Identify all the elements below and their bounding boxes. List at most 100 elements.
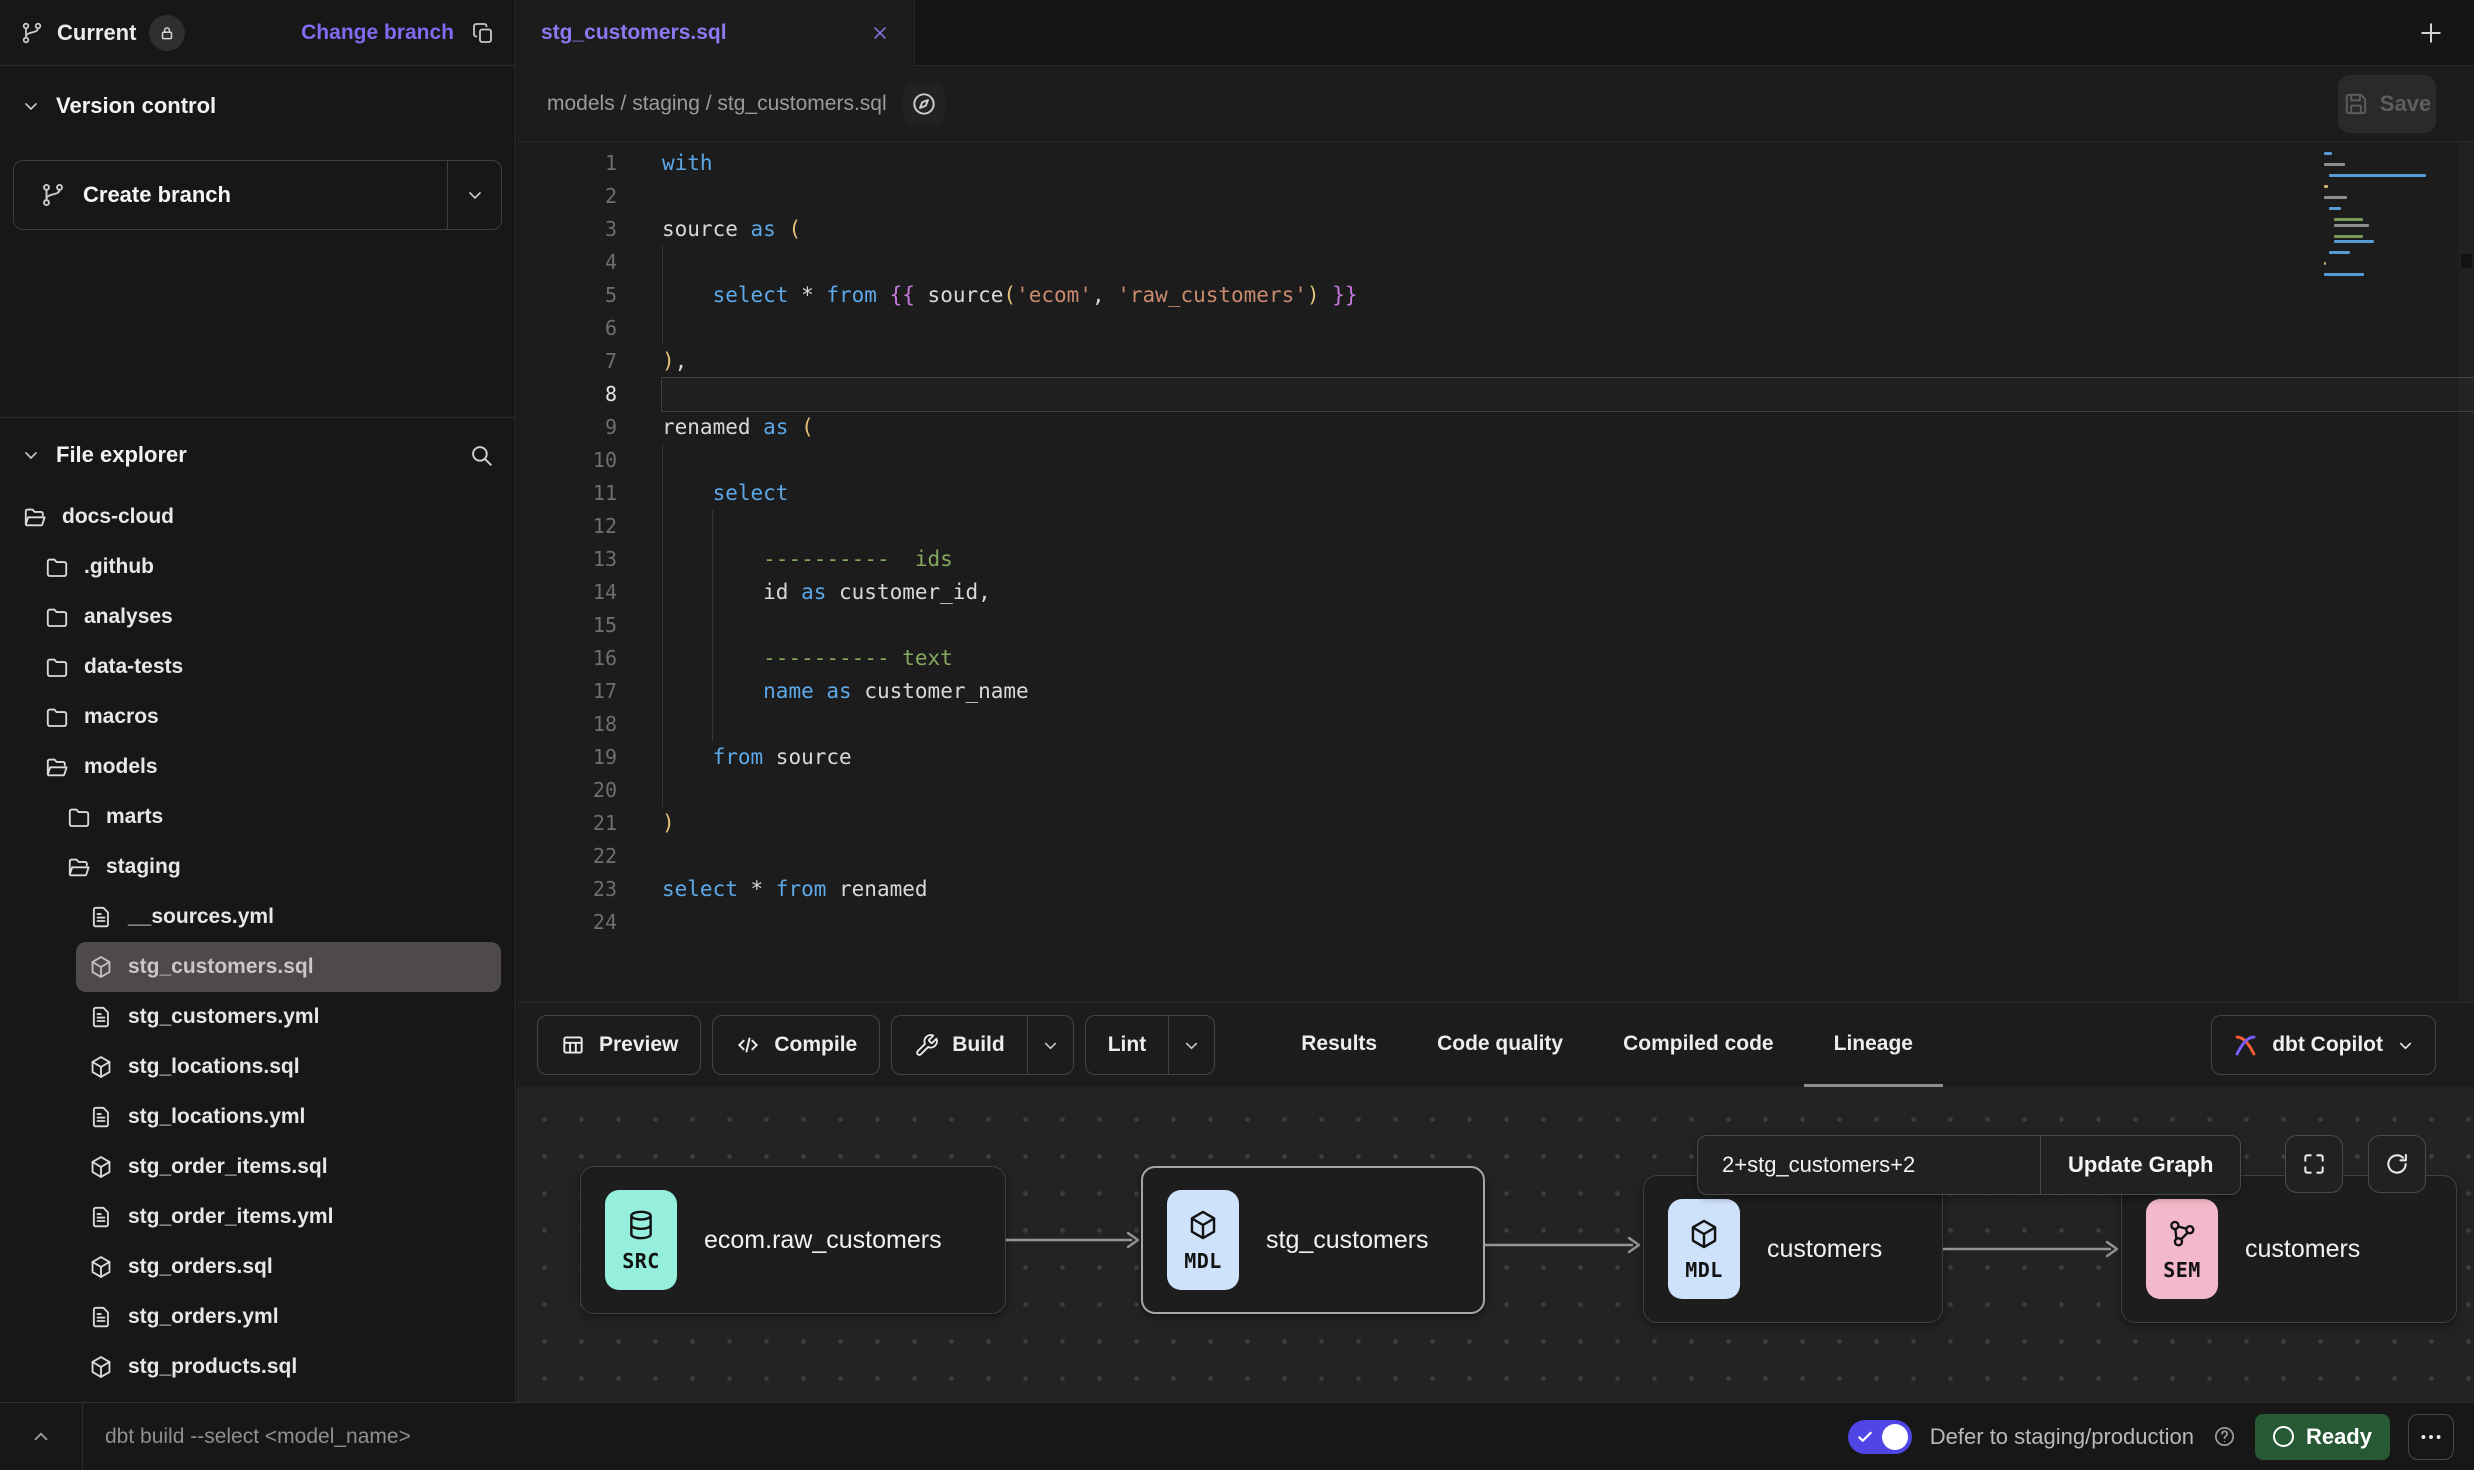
code-line-9[interactable]: 9renamed as ( [517, 411, 2474, 444]
file-tree-item-stg-locations-yml[interactable]: stg_locations.yml [0, 1092, 515, 1142]
command-input-placeholder[interactable]: dbt build --select <model_name> [105, 1425, 411, 1449]
chevron-down-icon [2396, 1036, 2415, 1055]
file-tree-item-stg-order-items-yml[interactable]: stg_order_items.yml [0, 1192, 515, 1242]
file-tree-item-stg-locations-sql[interactable]: stg_locations.sql [0, 1042, 515, 1092]
file-tree-item-data-tests[interactable]: data-tests [0, 642, 515, 692]
code-line-18[interactable]: 18 [517, 708, 2474, 741]
source-badge: SRC [605, 1190, 677, 1290]
defer-toggle[interactable] [1848, 1420, 1912, 1454]
code-line-21[interactable]: 21) [517, 807, 2474, 840]
panel-tab-code-quality[interactable]: Code quality [1407, 1003, 1593, 1087]
code-line-17[interactable]: 17 name as customer_name [517, 675, 2474, 708]
code-line-13[interactable]: 13 ---------- ids [517, 543, 2474, 576]
editor-scrollbar[interactable] [2459, 142, 2474, 1002]
file-tree-item-stg-customers-sql[interactable]: stg_customers.sql [76, 942, 501, 992]
status-bar: dbt build --select <model_name> Defer to… [0, 1402, 2474, 1470]
version-control-header[interactable]: Version control [0, 66, 515, 146]
lineage-canvas[interactable]: SRC ecom.raw_customers MDL stg_customers… [517, 1087, 2474, 1402]
fullscreen-button[interactable] [2285, 1135, 2343, 1193]
file-tree-item-stg-customers-yml[interactable]: stg_customers.yml [0, 992, 515, 1042]
code-line-12[interactable]: 12 [517, 510, 2474, 543]
file-navigate-button[interactable] [903, 83, 945, 125]
lineage-edge-arrow [1943, 1237, 2122, 1261]
code-text: with [662, 147, 2474, 180]
code-line-7[interactable]: 7), [517, 345, 2474, 378]
more-options-button[interactable] [2408, 1414, 2454, 1460]
code-line-19[interactable]: 19 from source [517, 741, 2474, 774]
compile-button[interactable]: Compile [712, 1015, 880, 1075]
code-line-23[interactable]: 23select * from renamed [517, 873, 2474, 906]
indent-guide [662, 741, 663, 774]
build-menu-button[interactable] [1027, 1016, 1073, 1074]
lineage-node-stg-customers[interactable]: MDL stg_customers [1141, 1166, 1485, 1314]
file-tree-item-stg-products-sql[interactable]: stg_products.sql [0, 1342, 515, 1392]
file-tree-item-stg-orders-yml[interactable]: stg_orders.yml [0, 1292, 515, 1342]
close-tab-icon[interactable] [870, 23, 890, 43]
build-button[interactable]: Build [892, 1016, 1027, 1074]
action-buttons: Preview Compile Build [517, 1003, 1239, 1087]
file-tree-item-staging[interactable]: staging [0, 842, 515, 892]
fullscreen-icon [2301, 1151, 2327, 1177]
file-label: stg_locations.yml [128, 1105, 305, 1129]
code-line-8[interactable]: 8 [517, 378, 2474, 411]
code-editor[interactable]: 1with23source as (45 select * from {{ so… [517, 142, 2474, 1002]
lint-button[interactable]: Lint [1086, 1016, 1168, 1074]
ide-status-button[interactable]: Ready [2255, 1414, 2390, 1460]
code-line-15[interactable]: 15 [517, 609, 2474, 642]
panel-tab-compiled-code[interactable]: Compiled code [1593, 1003, 1804, 1087]
tab-stg-customers-sql[interactable]: stg_customers.sql [517, 0, 915, 66]
code-line-2[interactable]: 2 [517, 180, 2474, 213]
line-number: 23 [517, 873, 617, 906]
code-line-16[interactable]: 16 ---------- text [517, 642, 2474, 675]
code-line-14[interactable]: 14 id as customer_id, [517, 576, 2474, 609]
lint-menu-button[interactable] [1168, 1016, 1214, 1074]
copy-branch-icon[interactable] [471, 21, 495, 45]
code-line-1[interactable]: 1with [517, 147, 2474, 180]
lineage-node-source[interactable]: SRC ecom.raw_customers [580, 1166, 1006, 1314]
code-line-24[interactable]: 24 [517, 906, 2474, 939]
lineage-node-customers-model[interactable]: MDL customers [1643, 1175, 1943, 1323]
code-line-5[interactable]: 5 select * from {{ source('ecom', 'raw_c… [517, 279, 2474, 312]
file-label: stg_customers.yml [128, 1005, 319, 1029]
dbt-copilot-button[interactable]: dbt Copilot [2211, 1015, 2436, 1075]
create-branch-button[interactable]: Create branch [14, 161, 447, 229]
lint-split-button: Lint [1085, 1015, 1215, 1075]
file-tree-item-stg-order-items-sql[interactable]: stg_order_items.sql [0, 1142, 515, 1192]
refresh-icon [2384, 1151, 2410, 1177]
code-line-6[interactable]: 6 [517, 312, 2474, 345]
change-branch-link[interactable]: Change branch [301, 21, 454, 45]
panel-tab-results[interactable]: Results [1271, 1003, 1407, 1087]
line-number: 14 [517, 576, 617, 609]
code-line-10[interactable]: 10 [517, 444, 2474, 477]
update-graph-button[interactable]: Update Graph [2040, 1136, 2240, 1194]
file-tree-item-models[interactable]: models [0, 742, 515, 792]
file-tree-item-macros[interactable]: macros [0, 692, 515, 742]
lineage-node-customers-semantic[interactable]: SEM customers [2121, 1175, 2457, 1323]
create-branch-menu-button[interactable] [447, 161, 501, 229]
search-icon[interactable] [468, 442, 494, 468]
file-tree-item--sources-yml[interactable]: __sources.yml [0, 892, 515, 942]
code-line-4[interactable]: 4 [517, 246, 2474, 279]
file-tree-item--github[interactable]: .github [0, 542, 515, 592]
scrollbar-thumb[interactable] [2461, 254, 2472, 268]
code-line-22[interactable]: 22 [517, 840, 2474, 873]
code-line-20[interactable]: 20 [517, 774, 2474, 807]
code-line-11[interactable]: 11 select [517, 477, 2474, 510]
panel-tab-lineage[interactable]: Lineage [1804, 1003, 1943, 1087]
refresh-graph-button[interactable] [2368, 1135, 2426, 1193]
indent-guide [712, 510, 713, 543]
file-tree-item-analyses[interactable]: analyses [0, 592, 515, 642]
preview-button[interactable]: Preview [537, 1015, 701, 1075]
node-label: customers [2245, 1235, 2360, 1264]
minimap[interactable] [2324, 152, 2444, 284]
save-button[interactable]: Save [2338, 75, 2436, 133]
collapse-command-bar-button[interactable] [0, 1403, 83, 1470]
code-line-3[interactable]: 3source as ( [517, 213, 2474, 246]
lineage-selector-input[interactable]: 2+stg_customers+2 [1698, 1136, 2040, 1194]
help-icon[interactable] [2212, 1424, 2237, 1449]
file-explorer-header[interactable]: File explorer [0, 418, 515, 492]
file-tree-item-stg-orders-sql[interactable]: stg_orders.sql [0, 1242, 515, 1292]
file-tree-item-docs-cloud[interactable]: docs-cloud [0, 492, 515, 542]
file-tree-item-marts[interactable]: marts [0, 792, 515, 842]
new-tab-button[interactable] [2416, 18, 2446, 48]
